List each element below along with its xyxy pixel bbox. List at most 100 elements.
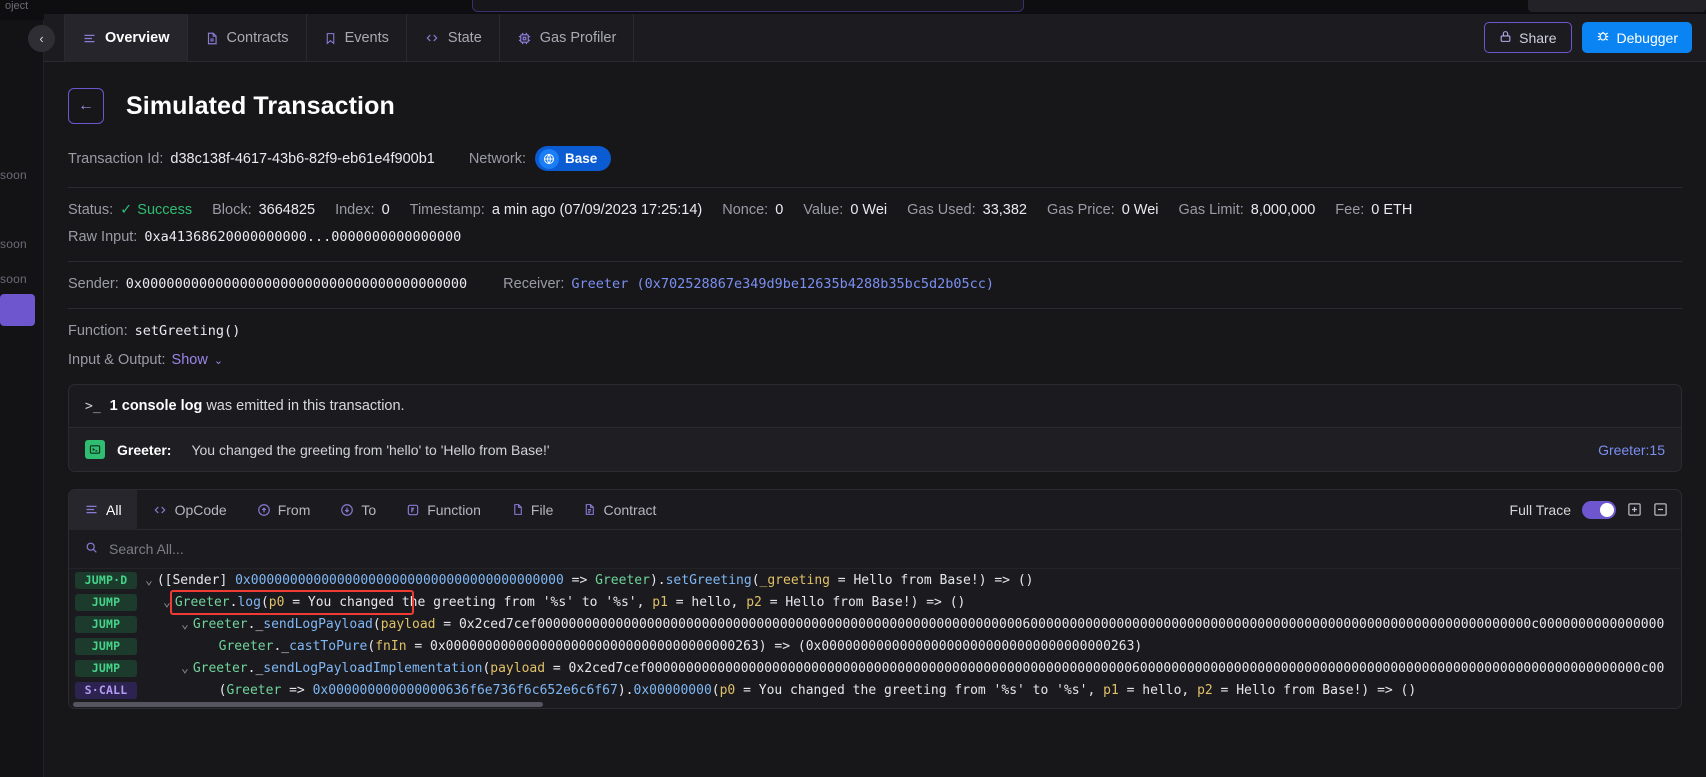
trace-tab-opcode[interactable]: OpCode <box>137 490 242 530</box>
tab-events[interactable]: Events <box>307 14 407 62</box>
full-trace-label: Full Trace <box>1509 501 1571 518</box>
transaction-id-row: Transaction Id: d38c138f-4617-43b6-82f9-… <box>68 146 1682 171</box>
trace-token: Greeter <box>218 638 274 654</box>
tab-label: State <box>447 30 482 46</box>
trace-tab-from[interactable]: From <box>242 490 326 530</box>
expand-all-icon[interactable] <box>1627 502 1642 517</box>
status-badge: ✓ Success <box>120 202 192 218</box>
page-body: ← Simulated Transaction Transaction Id: … <box>44 62 1706 777</box>
full-trace-toggle[interactable] <box>1582 500 1616 519</box>
debugger-label: Debugger <box>1616 29 1679 46</box>
trace-expand-caret-icon[interactable]: ⌄ <box>163 595 171 610</box>
console-log-count: 1 console log <box>109 398 203 414</box>
rail-item-soon-1[interactable]: soon <box>0 168 27 182</box>
trace-tab-file[interactable]: File <box>496 490 569 530</box>
global-search-box[interactable] <box>472 0 1024 12</box>
trace-token: setGreeting <box>665 572 752 588</box>
trace-tab-label: To <box>361 501 377 518</box>
trace-opcode-badge: JUMP <box>75 593 137 611</box>
trace-caret-spacer <box>199 639 215 654</box>
console-log-source-name: Greeter: <box>117 441 172 458</box>
sender-value: 0x00000000000000000000000000000000000000… <box>125 276 468 292</box>
trace-token: p0 <box>719 682 736 698</box>
trace-tab-label: Contract <box>603 501 657 518</box>
block-value: 3664825 <box>258 202 316 218</box>
trace-expand-caret-icon[interactable]: ⌄ <box>181 617 189 632</box>
trace-token: p1 <box>1103 682 1119 698</box>
trace-line[interactable]: JUMP·D ⌄ ([Sender] 0x000000000000000000000… <box>69 569 1681 591</box>
network-pill[interactable]: Base <box>535 146 612 171</box>
tab-overview[interactable]: Overview <box>64 14 188 62</box>
tab-label: Overview <box>105 30 170 46</box>
scrollbar-thumb[interactable] <box>73 702 543 707</box>
trace-tab-to[interactable]: To <box>325 490 391 530</box>
trace-opcode-badge: JUMP <box>75 659 137 677</box>
fee-label: Fee: <box>1335 202 1365 218</box>
trace-token: = Hello from Base!) => () <box>1212 682 1417 698</box>
share-button[interactable]: Share <box>1484 22 1572 53</box>
network-label: Network: <box>468 150 527 167</box>
search-icon <box>85 541 98 557</box>
trace-line[interactable]: S·CALL (Greeter => 0x000000000000000636f… <box>69 679 1681 701</box>
trace-token: = 0x2ced7cef0000000000000000000000000000… <box>545 660 1665 676</box>
rail-item-soon-3[interactable]: soon <box>0 272 27 286</box>
trace-tab-contract[interactable]: Contract <box>568 490 671 530</box>
debugger-button[interactable]: Debugger <box>1581 22 1692 53</box>
collapse-all-icon[interactable] <box>1653 502 1668 517</box>
gas-used-label: Gas Used: <box>907 202 976 218</box>
block-label: Block: <box>212 202 252 218</box>
tab-contracts[interactable]: Contracts <box>188 14 307 62</box>
trace-line[interactable]: JUMP ⌄ Greeter._sendLogPayloadImplementati… <box>69 657 1681 679</box>
rail-active-indicator[interactable] <box>0 294 35 326</box>
trace-expand-caret-icon[interactable]: ⌄ <box>145 573 153 588</box>
tab-state[interactable]: State <box>407 14 500 62</box>
trace-controls: Full Trace <box>1509 500 1681 519</box>
trace-token: ( <box>372 616 381 632</box>
trace-line-code: ⌄ Greeter.log(p0 = You changed the greeti… <box>145 595 965 610</box>
trace-search-input[interactable] <box>107 540 507 558</box>
trace-line[interactable]: JUMP Greeter._castToPure(fnIn = 0x000000… <box>69 635 1681 657</box>
trace-token: Greeter <box>595 572 650 588</box>
input-output-show-link[interactable]: Show <box>172 352 208 368</box>
trace-tab-label: From <box>277 501 311 518</box>
trace-token: ._ <box>247 616 264 632</box>
page-title: Simulated Transaction <box>126 91 395 120</box>
tab-gas-profiler[interactable]: Gas Profiler <box>500 14 635 62</box>
back-button[interactable]: ← <box>68 88 104 124</box>
trace-token: payload <box>380 616 436 632</box>
trace-line[interactable]: JUMP ⌄ Greeter._sendLogPayload(payload = 0… <box>69 613 1681 635</box>
trace-token: => <box>281 682 313 698</box>
console-log-location-link[interactable]: Greeter:15 <box>1598 442 1665 458</box>
console-log-message: You changed the greeting from 'hello' to… <box>191 441 550 458</box>
input-output-row: Input & Output: Show ⌄ <box>68 352 1682 368</box>
transaction-id-value: d38c138f-4617-43b6-82f9-eb61e4f900b1 <box>170 150 435 167</box>
code-icon <box>152 503 168 517</box>
status-row: Status: ✓ Success Block: 3664825 Index: … <box>68 202 1682 218</box>
trace-tab-function[interactable]: Function <box>391 490 496 530</box>
rail-project-label: oject <box>5 0 29 12</box>
trace-line-code: ⌄ ([Sender] 0x000000000000000000000000000… <box>145 573 1033 588</box>
trace-horizontal-scrollbar[interactable] <box>69 701 1681 708</box>
trace-token: ._ <box>247 660 264 676</box>
list-icon <box>82 31 97 46</box>
status-label: Status: <box>68 202 114 218</box>
sidebar-collapse-button[interactable]: ‹ <box>28 25 55 52</box>
terminal-prompt-icon: >_ <box>85 398 101 414</box>
raw-input-row: Raw Input: 0xa41368620000000000...000000… <box>68 229 1682 245</box>
trace-token: ._ <box>273 638 290 654</box>
value-value: 0 Wei <box>850 202 888 218</box>
trace-token: Greeter <box>192 660 248 676</box>
tab-label: Contracts <box>226 30 289 46</box>
receiver-value[interactable]: Greeter (0x702528867e349d9be12635b4288b3… <box>571 276 994 292</box>
chevron-down-icon[interactable]: ⌄ <box>214 354 223 367</box>
trace-token: p2 <box>1197 682 1213 698</box>
rail-item-soon-2[interactable]: soon <box>0 237 27 251</box>
console-log-header: >_ 1 console log was emitted in this tra… <box>69 385 1681 427</box>
trace-token: Greeter <box>192 616 248 632</box>
trace-token: payload <box>490 660 546 676</box>
top-strip <box>44 0 1706 14</box>
trace-tab-all[interactable]: All <box>69 490 137 530</box>
trace-line[interactable]: JUMP ⌄ Greeter.log(p0 = You changed the gr… <box>69 591 1681 613</box>
trace-expand-caret-icon[interactable]: ⌄ <box>181 661 189 676</box>
raw-input-label: Raw Input: <box>68 229 138 245</box>
